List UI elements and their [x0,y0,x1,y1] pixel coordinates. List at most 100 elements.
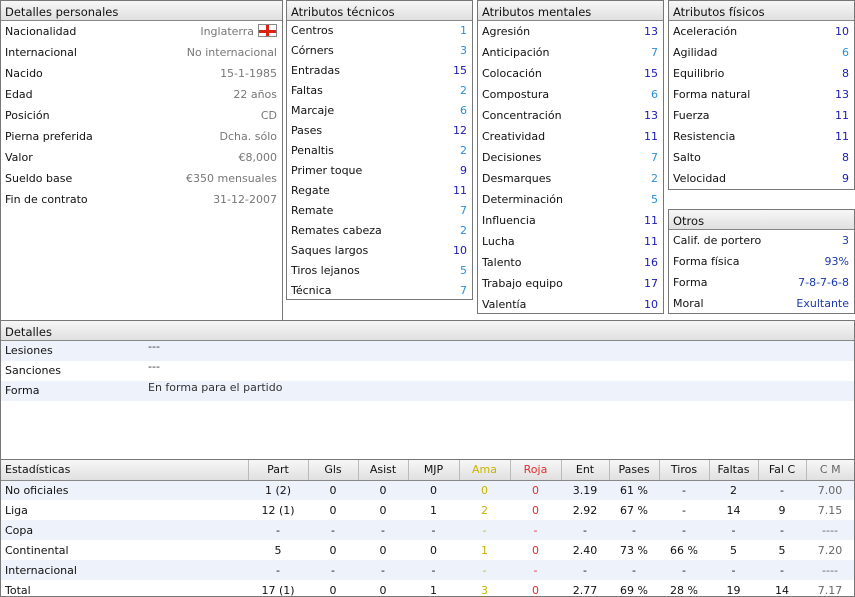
cell: 1 [430,503,437,517]
attribute-row: Remates cabeza 2 [287,221,472,241]
attribute-value: 9 [842,172,849,185]
attribute-label: Resistencia [673,130,736,143]
attribute-label: Regate [291,184,330,197]
row-label: Pierna preferida [5,130,93,143]
cell: 0 [358,480,408,500]
attribute-value: 11 [644,130,658,143]
attribute-label: Penaltis [291,144,334,157]
col-header-red[interactable]: Roja [509,460,561,481]
col-header-assists[interactable]: Asist [357,460,408,481]
attribute-label: Centros [291,24,334,37]
cell: - [709,520,758,540]
col-header-mom[interactable]: MJP [407,460,459,481]
details-row-suspensions: Sanciones --- [1,360,854,381]
table-row: Copa - - - - - - - - - - - ---- [1,520,854,540]
col-header-appearances[interactable]: Part [247,460,308,481]
cell: 1 [430,583,437,597]
attribute-value: 5 [460,264,467,277]
cell: 0 [510,480,561,500]
attribute-value: 11 [835,109,849,122]
attribute-label: Salto [673,151,701,164]
attribute-row: Colocación 15 [478,63,663,84]
row-label: Posición [5,109,50,122]
col-header-tackles[interactable]: Ent [560,460,609,481]
attribute-value: 6 [651,88,658,101]
attribute-value: 12 [453,124,467,137]
cell: 0 [308,480,358,500]
technical-attributes-header: Atributos técnicos [287,1,472,21]
others-label: Calif. de portero [673,234,762,247]
attribute-value: 7 [460,284,467,297]
cell: Internacional [1,560,248,580]
details-row-injuries: Lesiones --- [1,340,854,361]
cell: 7.20 [817,543,843,557]
attribute-value: 2 [460,84,467,97]
cell: - [609,520,659,540]
row-value: Dcha. sólo [219,130,277,143]
col-header-fouled[interactable]: Fal C [757,460,806,481]
attribute-row: Entradas 15 [287,61,472,81]
row-value: CD [260,109,277,122]
attribute-value: 6 [842,46,849,59]
statistics-header-row: Estadísticas Part Gls Asist MJP Ama Roja… [1,460,854,481]
cell: 61 % [609,480,659,500]
attribute-row: Fuerza 11 [669,105,854,126]
attribute-row: Lucha 11 [478,231,663,252]
cell: 5 [274,543,282,557]
details-panel: Detalles Lesiones --- Sanciones --- Forma E… [0,320,855,461]
others-row: Forma física 93% [669,251,854,272]
cell: 14 [726,503,741,517]
col-header-competition[interactable]: Estadísticas [1,460,248,481]
attribute-value: 2 [460,224,467,237]
attribute-value: 10 [644,298,658,311]
attribute-row: Técnica 7 [287,281,472,301]
details-label: Lesiones [5,344,53,357]
cell: 0 [532,543,539,557]
row-value: €350 mensuales [186,172,277,185]
row-value: 22 años [233,88,277,101]
col-header-goals[interactable]: Gls [307,460,358,481]
attribute-value: 10 [453,244,467,257]
cell: 0 [379,583,387,597]
cell: - [308,520,358,540]
attribute-label: Forma natural [673,88,751,101]
physical-attributes-panel: Atributos físicos Aceleración 10 Agilidad… [668,0,855,190]
mental-attributes-panel: Atributos mentales Agresión 13 Anticipaci… [477,0,664,314]
others-value: 7-8-7-6-8 [798,276,849,289]
attribute-value: 15 [644,67,658,80]
attribute-label: Remate [291,204,334,217]
cell: 0 [532,503,539,517]
cell: 3 [481,583,488,597]
attribute-row: Córners 3 [287,41,472,61]
attribute-label: Decisiones [482,151,542,164]
cell: Copa [1,520,248,540]
attribute-label: Concentración [482,109,562,122]
col-header-fouls[interactable]: Faltas [708,460,758,481]
attribute-value: 8 [842,151,849,164]
cell: 73 % [620,543,648,557]
personal-row: Internacional No internacional [1,42,282,63]
personal-row: Posición CD [1,105,282,126]
attribute-label: Fuerza [673,109,710,122]
details-value: --- [148,340,160,353]
col-header-yellow[interactable]: Ama [458,460,510,481]
cell: ---- [806,520,854,540]
cell: - [408,520,459,540]
col-header-passes[interactable]: Pases [608,460,659,481]
attribute-row: Primer toque 9 [287,161,472,181]
col-header-avg-rating[interactable]: C M [805,460,854,481]
cell: - [248,560,308,580]
attribute-label: Colocación [482,67,542,80]
attribute-label: Técnica [291,284,332,297]
cell: - [510,560,561,580]
cell: 2 [709,480,758,500]
mental-attributes-header: Atributos mentales [478,1,663,21]
details-header: Detalles [1,321,854,341]
attribute-label: Remates cabeza [291,224,382,237]
col-header-shots[interactable]: Tiros [658,460,709,481]
attribute-row: Creatividad 11 [478,126,663,147]
table-row: Internacional - - - - - - - - - - - ---- [1,560,854,580]
cell: 28 % [670,583,698,597]
others-value: Exultante [796,297,849,310]
personal-row: Valor €8,000 [1,147,282,168]
